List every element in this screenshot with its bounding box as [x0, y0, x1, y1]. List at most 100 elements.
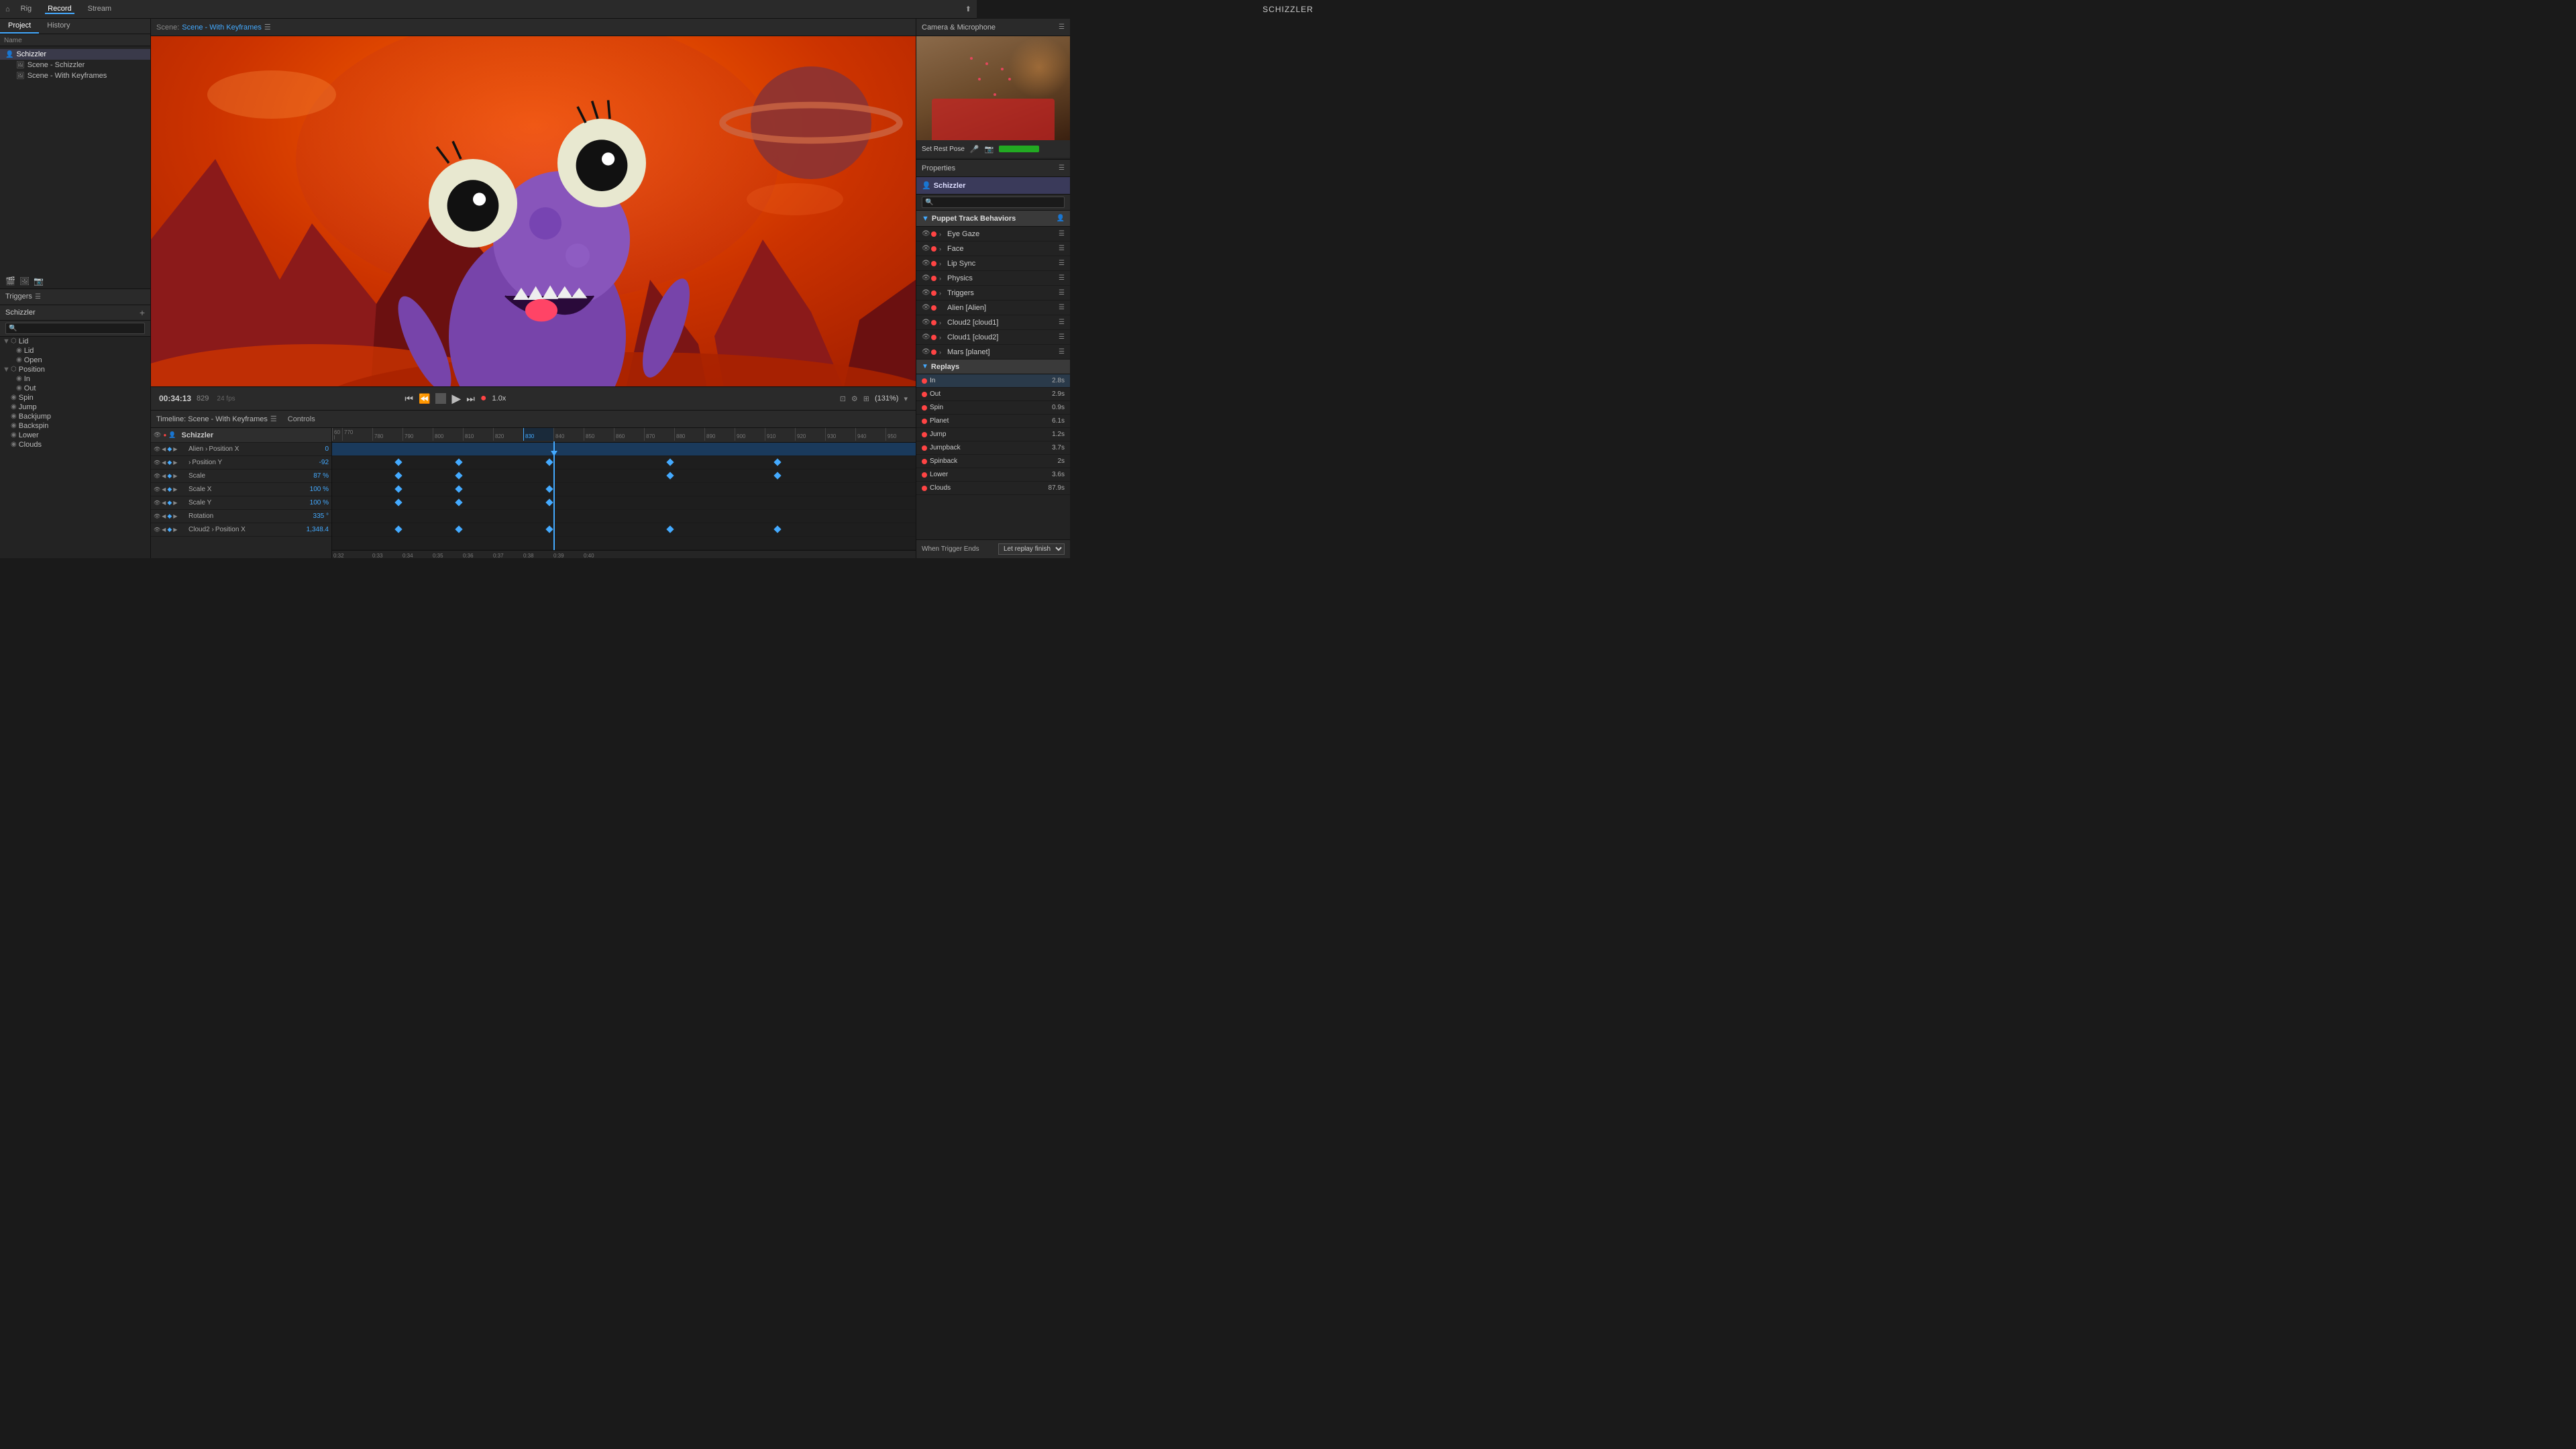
tab-project[interactable]: Project — [0, 19, 39, 34]
vis-alien[interactable]: 👁 — [922, 304, 931, 311]
kf-diamond-icon-y[interactable]: ◆ — [167, 459, 172, 466]
properties-search-input[interactable] — [922, 197, 1065, 208]
cloud2-menu[interactable]: ☰ — [1059, 319, 1065, 326]
vis-icon-rot[interactable]: 👁 — [154, 513, 160, 519]
set-rest-pose-button[interactable]: Set Rest Pose — [922, 146, 965, 153]
tl-row-track-posx[interactable] — [332, 456, 916, 470]
vis-icon-cloud[interactable]: 👁 — [154, 527, 160, 533]
image-icon[interactable]: 🖼 — [19, 276, 30, 286]
behavior-alien[interactable]: 👁 Alien [Alien] ☰ — [916, 301, 1070, 315]
tab-rig[interactable]: Rig — [18, 5, 35, 14]
add-trigger-button[interactable]: + — [140, 307, 145, 318]
nav-left-icon[interactable]: ◀ — [162, 446, 166, 452]
vis-lip-sync[interactable]: 👁 — [922, 260, 931, 267]
mic-icon[interactable]: 🎤 — [970, 145, 979, 154]
vis-icon-row[interactable]: 👁 — [154, 446, 160, 452]
vis-triggers[interactable]: 👁 — [922, 289, 931, 297]
vis-mars[interactable]: 👁 — [922, 348, 931, 356]
kf-diamond-cloud[interactable]: ◆ — [167, 526, 172, 533]
kf-diamond-rot[interactable]: ◆ — [167, 513, 172, 520]
behavior-lip-sync[interactable]: 👁 › Lip Sync ☰ — [916, 256, 1070, 271]
nav-right-scale[interactable]: ▶ — [173, 473, 177, 479]
nav-left-icon-y[interactable]: ◀ — [162, 460, 166, 466]
scene-menu-icon[interactable]: ☰ — [264, 23, 271, 32]
cloud1-menu[interactable]: ☰ — [1059, 333, 1065, 341]
tree-item-scene-keyframes[interactable]: 🖼 Scene - With Keyframes — [0, 70, 150, 81]
nav-left-scalex[interactable]: ◀ — [162, 486, 166, 492]
puppet-track-behaviors-header[interactable]: ▼ Puppet Track Behaviors 👤 — [916, 211, 1070, 227]
nav-left-cloud[interactable]: ◀ — [162, 527, 166, 533]
face-menu[interactable]: ☰ — [1059, 245, 1065, 252]
tab-history[interactable]: History — [39, 19, 78, 34]
tl-row-track-rotation[interactable] — [332, 523, 916, 537]
trigger-lid-item[interactable]: ◉ Lid — [0, 346, 150, 356]
visibility-icon-tl[interactable]: 👁 — [154, 431, 161, 439]
vis-eye-gaze[interactable]: 👁 — [922, 230, 931, 237]
behavior-cloud2[interactable]: 👁 › Cloud2 [cloud1] ☰ — [916, 315, 1070, 330]
behavior-physics[interactable]: 👁 › Physics ☰ — [916, 271, 1070, 286]
alien-menu[interactable]: ☰ — [1059, 304, 1065, 311]
replays-header[interactable]: ▼ Replays — [916, 360, 1070, 374]
zoom-dropdown-icon[interactable]: ▾ — [904, 394, 908, 403]
vis-icon-scalex[interactable]: 👁 — [154, 486, 160, 492]
vis-cloud1[interactable]: 👁 — [922, 333, 931, 341]
timeline-right[interactable]: 60 770 780 790 800 810 820 830 840 850 8… — [332, 428, 916, 558]
trigger-lower[interactable]: ◉ Lower — [0, 431, 150, 440]
nav-right-cloud[interactable]: ▶ — [173, 527, 177, 533]
kf-diamond-scalex[interactable]: ◆ — [167, 486, 172, 493]
vis-icon-scale[interactable]: 👁 — [154, 473, 160, 479]
replay-item-spinback[interactable]: Spinback 2s — [916, 455, 1070, 468]
nav-right-icon-y[interactable]: ▶ — [173, 460, 177, 466]
home-icon[interactable]: ⌂ — [5, 5, 10, 13]
tree-item-schizzler[interactable]: 👤 Schizzler — [0, 49, 150, 60]
tl-row-track-posy[interactable] — [332, 470, 916, 483]
trigger-backjump[interactable]: ◉ Backjump — [0, 412, 150, 421]
replay-item-out[interactable]: Out 2.9s — [916, 388, 1070, 401]
rewind-button[interactable]: ⏮ — [405, 393, 413, 405]
replay-item-spin[interactable]: Spin 0.9s — [916, 401, 1070, 415]
nav-left-scale[interactable]: ◀ — [162, 473, 166, 479]
behavior-triggers[interactable]: 👁 › Triggers ☰ — [916, 286, 1070, 301]
replay-item-clouds[interactable]: Clouds 87.9s — [916, 482, 1070, 495]
back-frame-button[interactable]: ⏪ — [419, 393, 430, 405]
behavior-mars[interactable]: 👁 › Mars [planet] ☰ — [916, 345, 1070, 360]
vis-physics[interactable]: 👁 — [922, 274, 931, 282]
kf-diamond-scaley[interactable]: ◆ — [167, 499, 172, 506]
replay-item-planet[interactable]: Planet 6.1s — [916, 415, 1070, 428]
nav-right-scaley[interactable]: ▶ — [173, 500, 177, 506]
vis-icon-scaley[interactable]: 👁 — [154, 500, 160, 506]
tl-row-track-scale[interactable] — [332, 483, 916, 496]
nav-right-rot[interactable]: ▶ — [173, 513, 177, 519]
stop-button[interactable] — [435, 393, 446, 404]
tree-item-scene-schizzler[interactable]: 🖼 Scene - Schizzler — [0, 60, 150, 70]
vis-cloud2[interactable]: 👁 — [922, 319, 931, 326]
record-button[interactable]: ● — [480, 392, 487, 405]
timeline-menu-icon[interactable]: ☰ — [270, 415, 277, 423]
vis-icon-row-y[interactable]: 👁 — [154, 460, 160, 466]
nav-right-icon[interactable]: ▶ — [173, 446, 177, 452]
trigger-in-item[interactable]: ◉ In — [0, 374, 150, 384]
trigger-spin[interactable]: ◉ Spin — [0, 393, 150, 402]
replay-item-jump[interactable]: Jump 1.2s — [916, 428, 1070, 441]
tl-row-track-scalex[interactable] — [332, 496, 916, 510]
trigger-lid-group[interactable]: ▼ ⬡ Lid — [0, 337, 150, 346]
trigger-open-item[interactable]: ◉ Open — [0, 356, 150, 365]
nav-left-scaley[interactable]: ◀ — [162, 500, 166, 506]
nav-left-rot[interactable]: ◀ — [162, 513, 166, 519]
replay-item-in[interactable]: In 2.8s — [916, 374, 1070, 388]
replay-item-lower[interactable]: Lower 3.6s — [916, 468, 1070, 482]
tl-row-track-scaley[interactable] — [332, 510, 916, 523]
replay-item-jumpback[interactable]: Jumpback 3.7s — [916, 441, 1070, 455]
behavior-eye-gaze[interactable]: 👁 › Eye Gaze ☰ — [916, 227, 1070, 241]
tab-stream[interactable]: Stream — [85, 5, 114, 14]
scene-name[interactable]: Scene - With Keyframes — [182, 23, 262, 32]
kf-diamond-icon[interactable]: ◆ — [167, 445, 172, 453]
when-trigger-ends-select[interactable]: Let replay finish — [998, 543, 1065, 555]
lip-sync-menu[interactable]: ☰ — [1059, 260, 1065, 267]
camera-icon-left[interactable]: 📷 — [34, 276, 44, 286]
triggers-menu[interactable]: ☰ — [1059, 289, 1065, 297]
settings-icon[interactable]: ⚙ — [851, 394, 858, 403]
triggers-menu-icon[interactable]: ☰ — [35, 293, 41, 301]
trigger-out-item[interactable]: ◉ Out — [0, 384, 150, 393]
kf-diamond-scale[interactable]: ◆ — [167, 472, 172, 480]
